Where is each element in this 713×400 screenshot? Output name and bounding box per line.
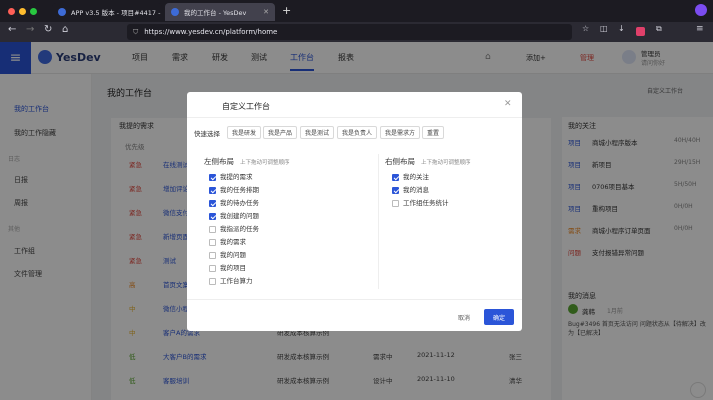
shield-icon: ⛉ <box>133 27 139 36</box>
left-layout-hint: 上下拖动可调整顺序 <box>240 160 290 166</box>
unchecked-checkbox-icon[interactable] <box>209 251 216 259</box>
layout-option-label: 我创建的问题 <box>220 212 259 220</box>
quick-owner-button[interactable]: 我是负责人 <box>337 126 378 139</box>
cancel-button[interactable]: 取消 <box>449 310 479 325</box>
url-bar[interactable]: ⛉ https://www.yesdev.cn/platform/home <box>127 24 572 40</box>
layout-option[interactable]: 工作组任务统计 <box>392 197 449 207</box>
bookmark-icon[interactable]: ☆ <box>582 24 589 33</box>
unchecked-checkbox-icon[interactable] <box>392 199 399 207</box>
quick-requester-button[interactable]: 我是需求方 <box>380 126 421 139</box>
quick-test-button[interactable]: 我是测试 <box>300 126 335 139</box>
layout-option-label: 我的消息 <box>403 186 429 194</box>
extension-pink-icon[interactable] <box>636 27 645 36</box>
column-divider <box>378 154 379 289</box>
layout-option-label: 我的项目 <box>220 264 246 272</box>
forward-icon[interactable]: → <box>26 24 34 35</box>
layout-option-label: 我的关注 <box>403 173 429 181</box>
browser-tab-1[interactable]: APP v3.5 版本 - 项目#4417 - Yc <box>52 3 162 21</box>
layout-option[interactable]: 我创建的问题 <box>209 210 259 220</box>
reload-icon[interactable]: ↻ <box>44 24 52 35</box>
minimize-window-button[interactable] <box>19 8 26 15</box>
layout-option-label: 我提的需求 <box>220 173 253 181</box>
home-icon[interactable]: ⌂ <box>62 24 68 35</box>
menu-icon[interactable]: ≡ <box>696 24 704 34</box>
close-icon[interactable]: ✕ <box>504 99 512 109</box>
reset-button[interactable]: 重置 <box>422 126 445 139</box>
dialog-title: 自定义工作台 <box>222 102 270 111</box>
layout-option-label: 工作台算力 <box>220 277 253 285</box>
close-tab-icon[interactable]: ✕ <box>263 8 269 16</box>
tab-title: APP v3.5 版本 - 项目#4417 - Yc <box>71 9 162 17</box>
layout-option-label: 我的待办任务 <box>220 199 259 207</box>
checked-checkbox-icon[interactable] <box>209 186 216 194</box>
url-text: https://www.yesdev.cn/platform/home <box>144 28 278 36</box>
maximize-window-button[interactable] <box>30 8 37 15</box>
close-window-button[interactable] <box>8 8 15 15</box>
layout-option[interactable]: 我的问题 <box>209 249 246 259</box>
checked-checkbox-icon[interactable] <box>209 199 216 207</box>
layout-option[interactable]: 我的需求 <box>209 236 246 246</box>
checked-checkbox-icon[interactable] <box>209 173 216 181</box>
unchecked-checkbox-icon[interactable] <box>209 225 216 233</box>
extension-icon[interactable] <box>695 4 707 16</box>
right-layout-hint: 上下拖动可调整顺序 <box>421 160 471 166</box>
customize-workbench-dialog: 自定义工作台 ✕ 快速选择 我是研发 我是产品 我是测试 我是负责人 我是需求方… <box>187 92 522 331</box>
layout-option-label: 我指派的任务 <box>220 225 259 233</box>
layout-option-label: 工作组任务统计 <box>403 199 449 207</box>
ok-button[interactable]: 确定 <box>484 309 514 325</box>
unchecked-checkbox-icon[interactable] <box>209 277 216 285</box>
quick-select-label: 快速选择 <box>194 130 220 138</box>
layout-option[interactable]: 工作台算力 <box>209 275 253 285</box>
browser-tab-2[interactable]: 我的工作台 - YesDev ✕ <box>165 3 275 21</box>
checked-checkbox-icon[interactable] <box>209 212 216 220</box>
unchecked-checkbox-icon[interactable] <box>209 264 216 272</box>
layout-option[interactable]: 我的关注 <box>392 171 429 181</box>
layout-option[interactable]: 我的待办任务 <box>209 197 259 207</box>
layout-option-label: 我的需求 <box>220 238 246 246</box>
right-layout-title: 右侧布局 <box>385 157 415 166</box>
footer-divider <box>187 299 522 300</box>
layout-option[interactable]: 我提的需求 <box>209 171 253 181</box>
layout-option[interactable]: 我的项目 <box>209 262 246 272</box>
tab-favicon-icon <box>171 8 179 16</box>
layout-option[interactable]: 我指派的任务 <box>209 223 259 233</box>
layout-option[interactable]: 我的任务排期 <box>209 184 259 194</box>
new-tab-button[interactable]: + <box>282 4 291 17</box>
right-layout-header: 右侧布局 上下拖动可调整顺序 <box>385 156 471 167</box>
left-layout-header: 左侧布局 上下拖动可调整顺序 <box>204 156 290 167</box>
download-icon[interactable]: ↓ <box>618 24 625 33</box>
unchecked-checkbox-icon[interactable] <box>209 238 216 246</box>
checked-checkbox-icon[interactable] <box>392 173 399 181</box>
tab-favicon-icon <box>58 8 66 16</box>
layout-option-label: 我的任务排期 <box>220 186 259 194</box>
extensions-icon[interactable]: ⧉ <box>656 24 662 34</box>
layout-option-label: 我的问题 <box>220 251 246 259</box>
pocket-icon[interactable]: ◫ <box>600 24 608 33</box>
tab-title: 我的工作台 - YesDev <box>184 9 247 17</box>
quick-product-button[interactable]: 我是产品 <box>263 126 298 139</box>
browser-tab-bar: APP v3.5 版本 - 项目#4417 - Yc 我的工作台 - YesDe… <box>0 0 713 22</box>
checked-checkbox-icon[interactable] <box>392 186 399 194</box>
divider <box>187 117 522 118</box>
left-layout-title: 左侧布局 <box>204 157 234 166</box>
back-icon[interactable]: ← <box>8 24 16 35</box>
quick-dev-button[interactable]: 我是研发 <box>227 126 262 139</box>
layout-option[interactable]: 我的消息 <box>392 184 429 194</box>
